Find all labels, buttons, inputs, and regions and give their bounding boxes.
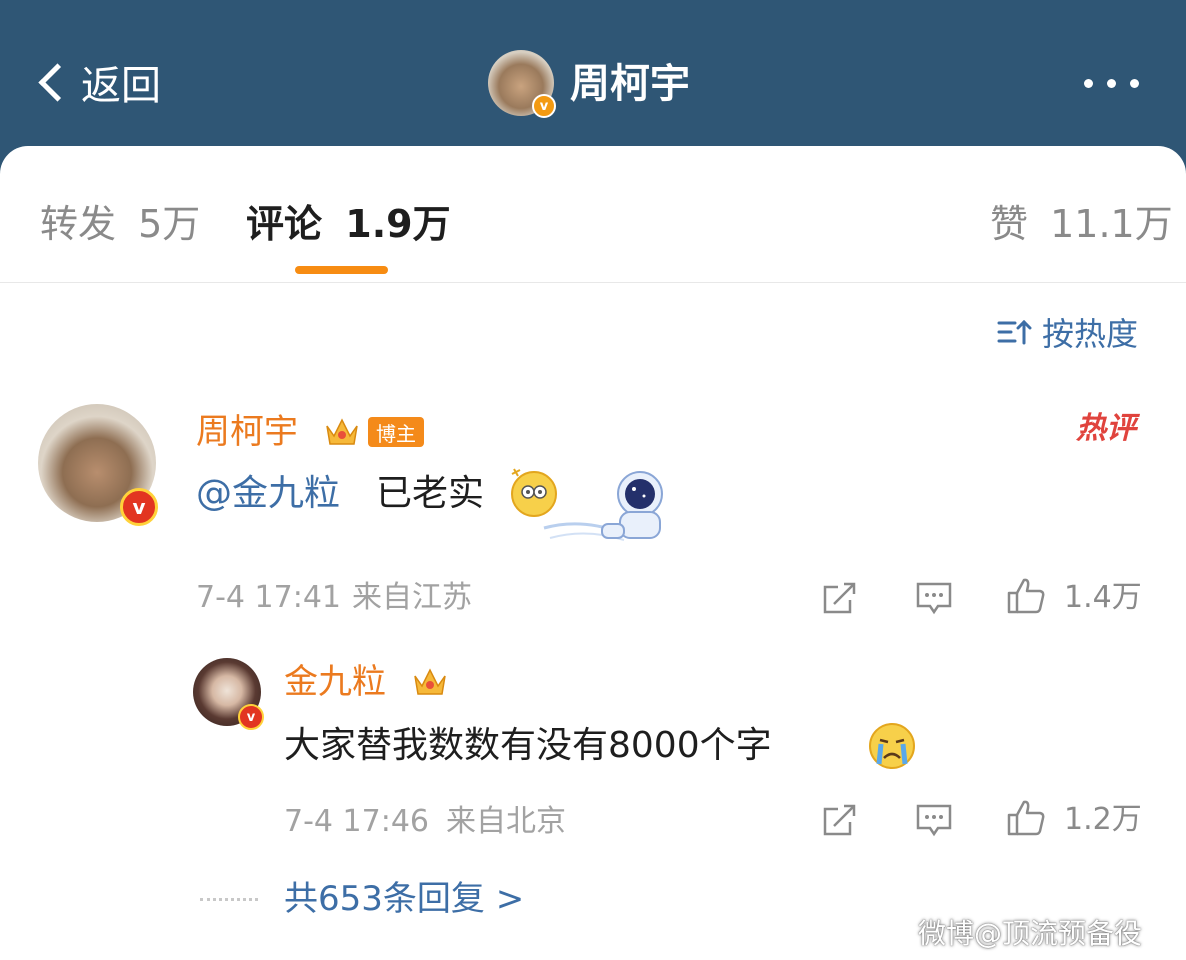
tab-likes[interactable]: 赞 11.1万 <box>990 196 1173 252</box>
back-label: 返回 <box>81 63 161 109</box>
verified-badge-icon: v <box>120 488 158 526</box>
tab-reposts-count: 5万 <box>138 202 201 246</box>
tab-comments-label: 评论 <box>246 202 323 246</box>
reply-location: 来自北京 <box>446 804 566 839</box>
sort-label: 按热度 <box>1042 315 1139 353</box>
tab-likes-label: 赞 <box>990 202 1029 246</box>
sort-button[interactable]: 按热度 <box>996 306 1138 358</box>
comment-text: 已老实 <box>376 473 485 514</box>
tab-reposts-label: 转发 <box>40 202 117 246</box>
comment-time: 7-4 17:41 <box>196 580 341 615</box>
reply-author-name[interactable]: 金九粒 <box>284 658 386 706</box>
active-tab-indicator <box>295 266 388 274</box>
reply-time: 7-4 17:46 <box>284 804 429 839</box>
more-dot-icon <box>1130 78 1139 88</box>
comment-location: 来自江苏 <box>352 580 472 615</box>
reply-text: 大家替我数数有没有8000个字 <box>284 725 772 766</box>
comment-icon[interactable] <box>914 578 954 618</box>
crown-icon <box>414 668 446 695</box>
comment-icon[interactable] <box>914 800 954 840</box>
repost-icon[interactable] <box>820 578 860 618</box>
crown-icon <box>326 418 358 445</box>
blogger-tag: 博主 <box>368 417 424 447</box>
like-icon[interactable] <box>1006 798 1046 838</box>
verified-badge-icon: v <box>532 94 556 118</box>
watermark: 微博@顶流预备役 <box>918 917 1143 950</box>
page-title: 周柯宇 <box>570 61 690 107</box>
back-button[interactable]: 返回 <box>30 54 161 110</box>
comment-author-name[interactable]: 周柯宇 <box>196 408 298 456</box>
chevron-left-icon <box>38 62 77 102</box>
more-dot-icon <box>1084 78 1093 88</box>
tab-likes-count: 11.1万 <box>1050 202 1173 246</box>
reply-like-count: 1.2万 <box>1064 802 1142 837</box>
comment-like-count: 1.4万 <box>1064 580 1142 615</box>
astronaut-sticker-icon <box>543 471 663 541</box>
tab-comments[interactable]: 评论 1.9万 <box>246 196 451 252</box>
repost-icon[interactable] <box>820 800 860 840</box>
tab-reposts[interactable]: 转发 5万 <box>40 196 200 252</box>
tab-comments-count: 1.9万 <box>345 202 451 246</box>
mention-link[interactable]: @金九粒 <box>196 468 340 520</box>
sort-icon <box>997 319 1032 345</box>
more-replies-link[interactable]: 共653条回复 > <box>284 874 524 924</box>
more-dot-icon <box>1107 78 1116 88</box>
tabs-divider <box>0 282 1186 283</box>
verified-badge-icon: v <box>238 704 264 730</box>
like-icon[interactable] <box>1006 576 1046 616</box>
hot-comment-tag: 热评 <box>1076 411 1136 446</box>
more-options-button[interactable] <box>1084 70 1150 96</box>
replies-divider <box>200 898 258 901</box>
crying-face-emoji-icon <box>869 723 915 769</box>
